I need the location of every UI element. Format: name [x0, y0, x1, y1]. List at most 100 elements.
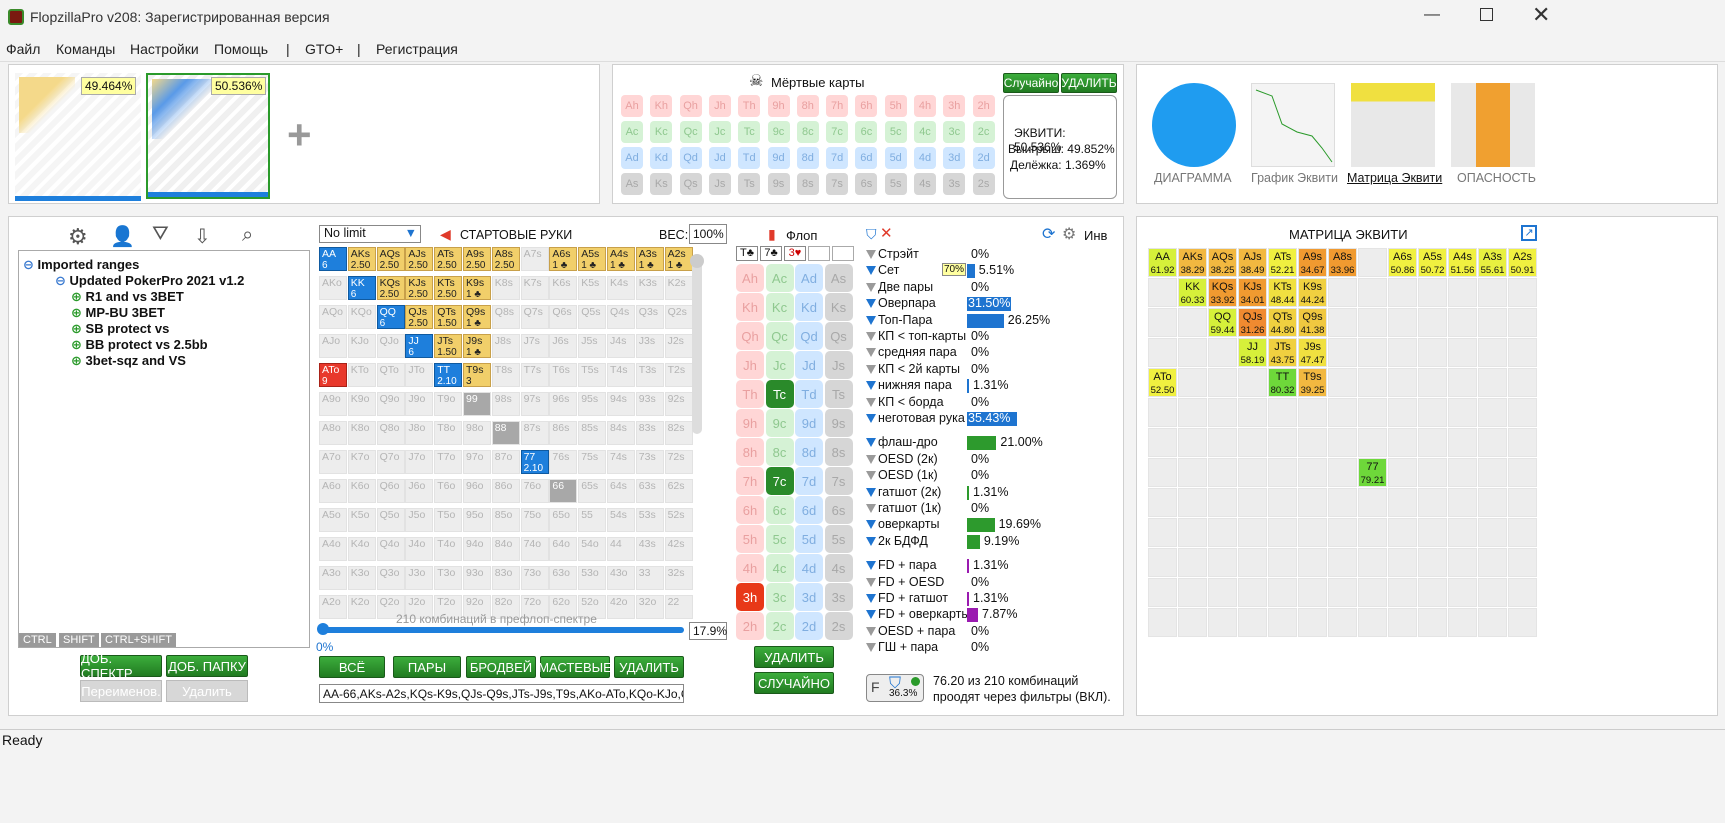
range-cell[interactable]: 62s: [664, 479, 693, 503]
flop-card[interactable]: 5d: [795, 525, 823, 553]
range-cell[interactable]: Q8o: [376, 421, 405, 445]
board-card-4[interactable]: [808, 246, 830, 261]
range-cell[interactable]: KJs 2.50: [405, 276, 434, 300]
range-cell[interactable]: 95s: [578, 392, 607, 416]
stat-row[interactable]: КП < 2й карты 0%: [866, 362, 1106, 378]
dead-card[interactable]: 9d: [767, 147, 790, 169]
flop-card[interactable]: 3d: [795, 583, 823, 611]
range-cell[interactable]: 73s: [635, 450, 664, 474]
stat-row[interactable]: гатшот (1к) 0%: [866, 501, 1106, 517]
range-cell[interactable]: 93s: [635, 392, 664, 416]
range-cell[interactable]: 95o: [463, 508, 491, 532]
range-cell[interactable]: 54o: [578, 537, 607, 561]
matrix-cell[interactable]: [1448, 428, 1477, 457]
flop-card[interactable]: Td: [795, 380, 823, 408]
range-cell[interactable]: J3o: [405, 566, 434, 590]
range-cell[interactable]: A7o: [319, 450, 347, 474]
range-cell[interactable]: 94s: [607, 392, 635, 416]
dead-card[interactable]: 9h: [767, 95, 790, 117]
matrix-cell[interactable]: [1508, 278, 1537, 307]
range-cell[interactable]: 75o: [520, 508, 549, 532]
matrix-cell[interactable]: [1478, 548, 1507, 577]
matrix-cell[interactable]: [1238, 488, 1267, 517]
range-cell[interactable]: J6s: [549, 334, 578, 358]
range-vscroll[interactable]: [690, 254, 704, 434]
range-cell[interactable]: J5s: [578, 334, 607, 358]
range-cell[interactable]: K3o: [347, 566, 376, 590]
flop-card[interactable]: 7h: [736, 467, 764, 495]
range-cell[interactable]: 92s: [664, 392, 693, 416]
matrix-cell[interactable]: [1478, 578, 1507, 607]
pie-diagram-thumb[interactable]: [1152, 83, 1236, 167]
matrix-cell[interactable]: [1328, 368, 1357, 397]
range-cell[interactable]: T8o: [434, 421, 463, 445]
clear-range-button[interactable]: УДАЛИТЬ: [614, 656, 684, 678]
matrix-cell[interactable]: QJs 31.26: [1238, 308, 1267, 337]
dead-card[interactable]: 2h: [972, 95, 995, 117]
matrix-cell[interactable]: ATs 52.21: [1268, 248, 1297, 277]
stat-row[interactable]: гатшот (2к) 1.31%: [866, 485, 1106, 501]
range-cell[interactable]: 74o: [520, 537, 549, 561]
matrix-cell[interactable]: [1508, 368, 1537, 397]
dead-card[interactable]: Qd: [679, 147, 702, 169]
matrix-cell[interactable]: [1298, 488, 1327, 517]
range-cell[interactable]: 99: [463, 392, 491, 416]
clear-filter-icon[interactable]: ✕: [880, 224, 893, 242]
stat-row[interactable]: средняя пара 0%: [866, 345, 1106, 361]
flop-card[interactable]: 4s: [824, 554, 853, 582]
dead-card[interactable]: Js: [708, 173, 731, 195]
matrix-cell[interactable]: [1418, 488, 1447, 517]
dead-card[interactable]: 7h: [826, 95, 849, 117]
matrix-cell[interactable]: [1478, 338, 1507, 367]
dead-card[interactable]: Th: [738, 95, 761, 117]
equity-matrix-thumb[interactable]: [1351, 83, 1435, 167]
matrix-cell[interactable]: [1508, 518, 1537, 547]
matrix-cell[interactable]: [1238, 398, 1267, 427]
range-text-input[interactable]: AA-66,AKs-A2s,KQs-K9s,QJs-Q9s,JTs-J9s,T9…: [319, 684, 684, 703]
flop-card[interactable]: Kc: [765, 293, 794, 321]
matrix-cell[interactable]: [1178, 548, 1207, 577]
matrix-cell[interactable]: AKs 38.29: [1178, 248, 1207, 277]
range-cell[interactable]: Q5o: [376, 508, 405, 532]
matrix-cell[interactable]: KK 60.33: [1178, 278, 1207, 307]
board-card-5[interactable]: [832, 246, 854, 261]
board-card-2[interactable]: 7♣: [760, 246, 782, 261]
range-cell[interactable]: Q9o: [376, 392, 405, 416]
flop-card[interactable]: 2d: [795, 612, 823, 640]
matrix-cell[interactable]: [1208, 608, 1237, 637]
range-cell[interactable]: K8o: [347, 421, 376, 445]
filter-icon[interactable]: [866, 520, 876, 530]
dead-card[interactable]: 3h: [943, 95, 966, 117]
view-diagram-label[interactable]: ДИАГРАММА: [1154, 171, 1232, 185]
matrix-cell[interactable]: [1388, 308, 1417, 337]
matrix-cell[interactable]: [1208, 458, 1237, 487]
matrix-cell[interactable]: [1418, 608, 1447, 637]
range-cell[interactable]: A5o: [319, 508, 347, 532]
flop-random-button[interactable]: СЛУЧАЙНО: [754, 672, 834, 694]
dead-card[interactable]: Jh: [708, 95, 731, 117]
dead-card[interactable]: 7s: [826, 173, 849, 195]
range-cell[interactable]: Q5s: [578, 305, 607, 329]
dead-card[interactable]: Jc: [708, 121, 731, 143]
filter-add-icon[interactable]: ⛛: [152, 223, 169, 246]
matrix-cell[interactable]: [1238, 518, 1267, 547]
add-range-button[interactable]: ДОБ. СПЕКТР: [80, 651, 162, 681]
matrix-cell[interactable]: [1328, 338, 1357, 367]
matrix-cell[interactable]: KQs 33.92: [1208, 278, 1237, 307]
range-cell[interactable]: Q2s: [664, 305, 693, 329]
range-cell[interactable]: AQs 2.50: [376, 247, 405, 271]
filter-icon[interactable]: [866, 561, 876, 571]
matrix-cell[interactable]: [1208, 368, 1237, 397]
filter-icon[interactable]: [866, 397, 876, 407]
flop-card[interactable]: 8d: [795, 438, 823, 466]
dead-card[interactable]: Tc: [738, 121, 761, 143]
flop-card[interactable]: 4d: [795, 554, 823, 582]
add-player-icon[interactable]: +: [287, 111, 312, 159]
matrix-cell[interactable]: JJ 58.19: [1238, 338, 1267, 367]
dead-delete-button[interactable]: УДАЛИТЬ: [1061, 73, 1117, 93]
range-cell[interactable]: A6s 1 ♣: [549, 247, 578, 271]
matrix-cell[interactable]: [1208, 338, 1237, 367]
range-cell[interactable]: A4o: [319, 537, 347, 561]
menu-file[interactable]: Файл: [6, 41, 40, 57]
flop-card[interactable]: 3h: [736, 583, 764, 611]
